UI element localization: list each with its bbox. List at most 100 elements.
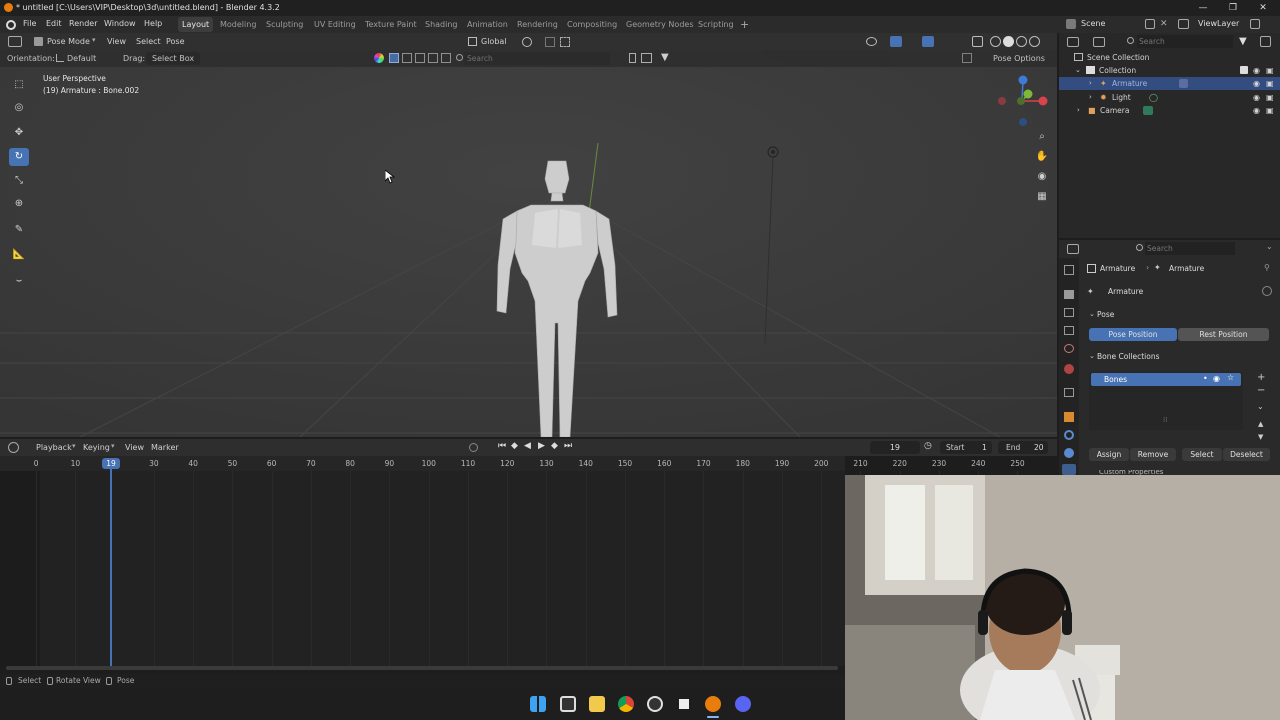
measure-tool-icon[interactable]: 📐: [9, 246, 29, 264]
pose-panel-arrow-icon[interactable]: ⌄: [1089, 310, 1095, 318]
blender-menu-icon[interactable]: [6, 20, 16, 30]
specials-dropdown-icon[interactable]: ⌄: [1257, 402, 1264, 411]
armature-data-tab-icon[interactable]: [1062, 464, 1076, 475]
viewport-menu-select[interactable]: Select: [133, 35, 164, 48]
add-bone-collection-icon[interactable]: +: [1257, 372, 1265, 383]
tab-rendering[interactable]: Rendering: [513, 17, 562, 32]
jump-to-keyframe-forward-icon[interactable]: ◆: [551, 441, 558, 451]
outliner-filter-icon[interactable]: ▼: [1239, 36, 1247, 47]
tab-geometry-nodes[interactable]: Geometry Nodes: [622, 17, 697, 32]
render-camera-icon[interactable]: ▣: [1266, 104, 1274, 117]
jump-to-start-icon[interactable]: ⏮: [498, 441, 506, 451]
bone-collection-item[interactable]: Bones • ◉ ☆: [1091, 373, 1241, 386]
scale-tool-icon[interactable]: ⤡: [9, 172, 29, 190]
transform-tool-icon[interactable]: ⊕: [9, 195, 29, 213]
play-reverse-icon[interactable]: ◀: [524, 441, 531, 451]
mode-dropdown[interactable]: Pose Mode: [44, 35, 93, 48]
chrome-icon[interactable]: [618, 696, 634, 712]
new-collection-icon[interactable]: [1260, 36, 1271, 47]
render-camera-icon[interactable]: ▣: [1266, 64, 1274, 77]
annotate-tool-icon[interactable]: ✎: [9, 221, 29, 239]
outliner-row-collection[interactable]: ⌄ Collection ◉ ▣: [1059, 64, 1280, 77]
menu-render[interactable]: Render: [69, 19, 97, 28]
move-tool-icon[interactable]: ✥: [9, 124, 29, 142]
outliner-row-light[interactable]: › ✹ Light ◯ ◉ ▣: [1059, 91, 1280, 104]
snap-target-icon[interactable]: [560, 37, 570, 47]
eye-icon[interactable]: ◉: [1253, 104, 1260, 117]
cursor-tool-icon[interactable]: ◎: [9, 99, 29, 117]
shading-material-icon[interactable]: [1016, 36, 1027, 47]
deselect-button[interactable]: Deselect: [1223, 448, 1270, 461]
select-extend-icon[interactable]: [402, 53, 412, 63]
timeline-area[interactable]: [0, 471, 845, 666]
shading-wireframe-icon[interactable]: [990, 36, 1001, 47]
play-icon[interactable]: ▶: [538, 441, 545, 451]
expand-arrow-icon[interactable]: ⌄: [1075, 64, 1081, 77]
select-subtract-icon[interactable]: [415, 53, 425, 63]
restore-icon[interactable]: ❐: [1226, 1, 1240, 15]
blender-taskbar-icon[interactable]: [705, 696, 721, 712]
properties-editor-type-icon[interactable]: [1067, 244, 1079, 254]
scene-tab-icon[interactable]: [1064, 344, 1074, 353]
display-mode-icon[interactable]: [1093, 37, 1105, 47]
collection-tab-icon[interactable]: [1064, 388, 1074, 397]
fake-user-shield-icon[interactable]: [1262, 286, 1272, 296]
tab-compositing[interactable]: Compositing: [563, 17, 621, 32]
tab-modeling[interactable]: Modeling: [216, 17, 260, 32]
scene-icon[interactable]: [1066, 19, 1076, 29]
expand-arrow-icon[interactable]: ›: [1089, 91, 1092, 104]
outliner-row-camera[interactable]: › ■ Camera ◉ ▣: [1059, 104, 1280, 117]
expand-arrow-icon[interactable]: ›: [1077, 104, 1080, 117]
delete-scene-icon[interactable]: ✕: [1160, 19, 1170, 29]
discord-icon[interactable]: [735, 696, 751, 712]
app-icon[interactable]: [647, 696, 663, 712]
output-tab-icon[interactable]: [1064, 308, 1074, 317]
render-camera-icon[interactable]: ▣: [1266, 77, 1274, 90]
pose-panel-header[interactable]: Pose: [1097, 310, 1114, 319]
select-button[interactable]: Select: [1182, 448, 1222, 461]
move-up-icon[interactable]: ▲: [1258, 420, 1263, 428]
tool-tab-icon[interactable]: [1064, 265, 1074, 275]
timeline-scrollbar[interactable]: [6, 666, 838, 670]
new-view-layer-icon[interactable]: [1250, 19, 1260, 29]
render-camera-icon[interactable]: ▣: [1266, 91, 1274, 104]
microsoft-store-icon[interactable]: [676, 696, 692, 712]
viewport-menu-view[interactable]: View: [104, 35, 129, 48]
filter-icon[interactable]: ▼: [661, 52, 669, 63]
minimize-icon[interactable]: —: [1196, 1, 1210, 15]
navigation-gizmo[interactable]: [995, 74, 1049, 128]
timeline-menu-view[interactable]: View: [122, 441, 147, 454]
pin-icon[interactable]: ⚲: [1264, 263, 1270, 272]
assign-button[interactable]: Assign: [1089, 448, 1129, 461]
orientation-dropdown[interactable]: Default: [64, 52, 116, 65]
drag-dropdown[interactable]: Select Box: [146, 52, 200, 65]
zoom-icon[interactable]: ⌕: [1034, 129, 1050, 145]
rest-position-button[interactable]: Rest Position: [1178, 328, 1269, 341]
tab-texture-paint[interactable]: Texture Paint: [361, 17, 421, 32]
world-tab-icon[interactable]: [1064, 364, 1074, 374]
pin-icon[interactable]: [629, 53, 636, 63]
list-resize-handle-icon[interactable]: ⁞⁞: [1163, 416, 1167, 424]
tab-shading[interactable]: Shading: [421, 17, 462, 32]
jump-to-end-icon[interactable]: ⏭: [564, 441, 572, 451]
scene-name[interactable]: Scene: [1081, 19, 1105, 28]
tab-sculpting[interactable]: Sculpting: [262, 17, 307, 32]
tab-animation[interactable]: Animation: [463, 17, 512, 32]
editor-type-icon[interactable]: [8, 36, 22, 47]
outliner-row-scene-collection[interactable]: Scene Collection: [1059, 51, 1280, 64]
end-frame-field[interactable]: End 20: [998, 441, 1048, 454]
shading-rendered-icon[interactable]: [1029, 36, 1040, 47]
select-invert-icon[interactable]: [428, 53, 438, 63]
viewport-menu-pose[interactable]: Pose: [163, 35, 188, 48]
camera-view-icon[interactable]: ◉: [1034, 169, 1050, 185]
view-layer-tab-icon[interactable]: [1064, 326, 1074, 335]
pose-options-dropdown[interactable]: Pose Options: [990, 52, 1048, 65]
timeline-menu-keying[interactable]: Keying: [80, 441, 113, 454]
star-icon[interactable]: ☆: [1227, 373, 1234, 382]
overlay-toggle-icon[interactable]: [922, 36, 934, 47]
expand-arrow-icon[interactable]: ›: [1089, 77, 1092, 90]
timeline-menu-marker[interactable]: Marker: [148, 441, 182, 454]
snap-icon[interactable]: [545, 37, 555, 47]
playhead-line[interactable]: [110, 458, 112, 666]
add-workspace-icon[interactable]: +: [740, 18, 749, 31]
